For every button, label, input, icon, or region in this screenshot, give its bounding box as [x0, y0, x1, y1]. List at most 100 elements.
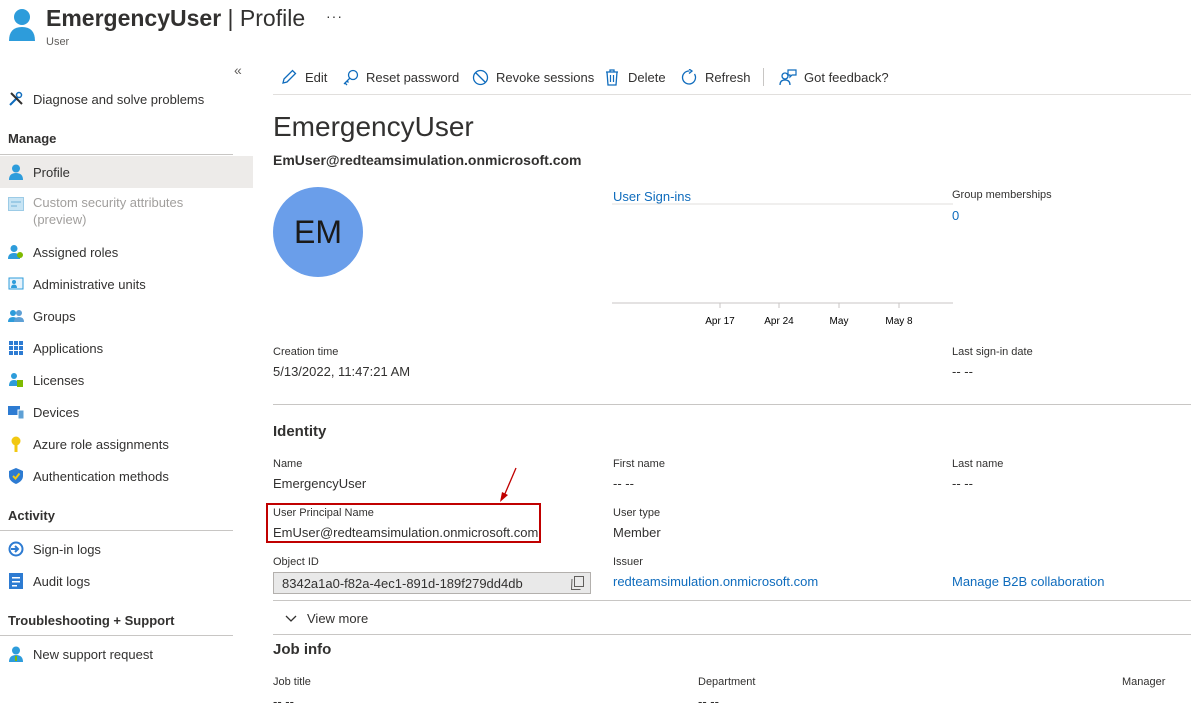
section-divider — [273, 404, 1191, 405]
user-icon — [8, 164, 24, 180]
key-outline-icon — [341, 68, 359, 86]
sidebar-item-label: Sign-in logs — [33, 541, 101, 557]
creation-time-label: Creation time — [273, 346, 339, 358]
sidebar-item-azure-role-assignments[interactable]: Azure role assignments — [0, 428, 253, 460]
sidebar-item-authentication-methods[interactable]: Authentication methods — [0, 460, 253, 492]
user-sign-ins-link[interactable]: User Sign-ins — [613, 189, 691, 204]
last-sign-in-label: Last sign-in date — [952, 346, 1033, 358]
toolbar-divider-line — [273, 94, 1191, 95]
last-name-value: -- -- — [952, 476, 973, 491]
sidebar-item-new-support-request[interactable]: New support request — [0, 638, 253, 670]
sidebar-item-groups[interactable]: Groups — [0, 300, 253, 332]
page-subtitle: User — [46, 36, 70, 48]
edit-label: Edit — [305, 69, 328, 85]
user-principal-name-heading: EmUser@redteamsimulation.onmicrosoft.com — [273, 152, 582, 168]
shield-icon — [8, 468, 24, 484]
sidebar-item-label: Assigned roles — [33, 244, 119, 260]
revoke-sessions-button[interactable]: Revoke sessions — [471, 66, 594, 88]
object-id-label: Object ID — [273, 556, 319, 568]
first-name-label: First name — [613, 458, 665, 470]
sidebar-item-label-line2: (preview) — [33, 212, 87, 227]
job-title-label: Job title — [273, 676, 311, 688]
collapse-sidebar-icon[interactable]: « — [234, 62, 242, 78]
sidebar-item-label: New support request — [33, 646, 153, 662]
sidebar-item-label: Groups — [33, 308, 76, 324]
sidebar-item-custom-security-attributes[interactable]: Custom security attributes (preview) — [0, 194, 253, 228]
title-separator: | — [221, 5, 240, 31]
sidebar-item-applications[interactable]: Applications — [0, 332, 253, 364]
sidebar-item-diagnose[interactable]: Diagnose and solve problems — [0, 83, 253, 115]
user-type-label: User type — [613, 507, 661, 519]
revoke-sessions-label: Revoke sessions — [496, 69, 595, 85]
group-memberships-count[interactable]: 0 — [952, 208, 959, 223]
sidebar-item-licenses[interactable]: Licenses — [0, 364, 253, 396]
groups-icon — [8, 308, 24, 324]
sidebar-heading-manage: Manage — [8, 131, 57, 146]
sidebar-item-administrative-units[interactable]: Administrative units — [0, 268, 253, 300]
applications-icon — [8, 340, 24, 356]
view-more-label: View more — [307, 611, 369, 626]
copy-icon[interactable] — [570, 576, 584, 593]
sidebar-item-sign-in-logs[interactable]: Sign-in logs — [0, 533, 253, 565]
issuer-link[interactable]: redteamsimulation.onmicrosoft.com — [613, 574, 818, 589]
section-divider — [273, 600, 1191, 601]
sidebar-heading-activity: Activity — [8, 508, 55, 523]
feedback-button[interactable]: Got feedback? — [779, 66, 889, 88]
sidebar-divider — [0, 154, 233, 155]
job-info-section-title: Job info — [273, 641, 332, 658]
last-sign-in-value: -- -- — [952, 364, 973, 379]
page-title-section: Profile — [239, 5, 306, 31]
user-display-name: EmergencyUser — [273, 111, 474, 142]
more-options-icon[interactable]: ··· — [326, 8, 343, 24]
toolbar-divider — [763, 68, 764, 86]
user-type-value: Member — [613, 525, 661, 540]
issuer-label: Issuer — [613, 556, 643, 568]
refresh-button[interactable]: Refresh — [680, 66, 751, 88]
page-title: EmergencyUser | Profile — [46, 5, 305, 32]
attributes-icon — [8, 196, 24, 212]
avatar: EM — [273, 187, 363, 277]
object-id-value: 8342a1a0-f82a-4ec1-891d-189f279dd4db — [282, 575, 523, 591]
sidebar-item-devices[interactable]: Devices — [0, 396, 253, 428]
last-name-label: Last name — [952, 458, 1004, 470]
sidebar-item-assigned-roles[interactable]: Assigned roles — [0, 236, 253, 268]
edit-button[interactable]: Edit — [280, 66, 327, 88]
chevron-down-icon — [285, 615, 297, 623]
sidebar-item-profile[interactable]: Profile — [0, 156, 253, 188]
annotation-arrow-icon — [500, 467, 517, 502]
user-avatar-icon — [8, 8, 36, 45]
reset-password-button[interactable]: Reset password — [341, 66, 459, 88]
refresh-icon — [680, 68, 698, 86]
trash-icon — [603, 68, 621, 86]
roles-icon — [8, 244, 24, 260]
delete-button[interactable]: Delete — [603, 66, 666, 88]
refresh-label: Refresh — [705, 69, 751, 85]
licenses-icon — [8, 372, 24, 388]
view-more-toggle[interactable]: View more — [285, 611, 368, 626]
sidebar-item-label-line1: Custom security attributes — [33, 195, 184, 210]
group-memberships-label: Group memberships — [952, 189, 1052, 201]
devices-icon — [8, 404, 24, 420]
sidebar-item-label: Profile — [33, 164, 70, 180]
department-label: Department — [698, 676, 756, 688]
creation-time-value: 5/13/2022, 11:47:21 AM — [273, 364, 411, 379]
sidebar-item-audit-logs[interactable]: Audit logs — [0, 565, 253, 597]
object-id-field[interactable]: 8342a1a0-f82a-4ec1-891d-189f279dd4db — [273, 572, 591, 594]
wrench-icon — [8, 91, 24, 107]
sidebar-item-label: Diagnose and solve problems — [33, 91, 205, 107]
chart-tick-label: May — [830, 316, 849, 327]
identity-section-title: Identity — [273, 423, 327, 440]
page-title-user: EmergencyUser — [46, 5, 222, 31]
sidebar-item-label: Authentication methods — [33, 468, 169, 484]
key-icon — [8, 436, 24, 452]
name-value: EmergencyUser — [273, 476, 367, 491]
manage-b2b-link[interactable]: Manage B2B collaboration — [952, 574, 1105, 589]
delete-label: Delete — [628, 69, 666, 85]
chart-tick-label: Apr 24 — [764, 316, 794, 327]
sidebar-heading-support: Troubleshooting + Support — [8, 613, 175, 628]
section-divider — [273, 634, 1191, 635]
feedback-icon — [779, 68, 797, 86]
block-icon — [471, 68, 489, 86]
sidebar-item-label: Applications — [33, 340, 104, 356]
chart-tick-label: Apr 17 — [705, 316, 735, 327]
